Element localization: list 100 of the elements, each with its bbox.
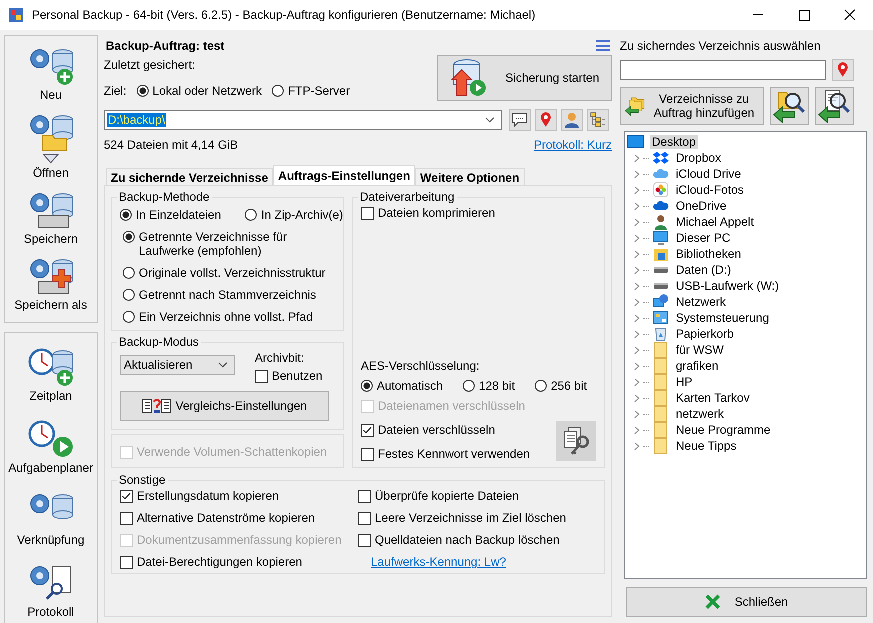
target-label: Ziel:: [104, 84, 127, 98]
window-title: Personal Backup - 64-bit (Vers. 6.2.5) - Backup-Auftrag konfigurieren (Benutzername: Michael): [32, 8, 537, 22]
folder-icon: [653, 342, 669, 358]
group-title: Backup-Modus: [118, 335, 200, 349]
folder-input[interactable]: [620, 60, 826, 80]
checkbox[interactable]: [255, 370, 268, 382]
tree-item[interactable]: USB-Laufwerk (W:): [674, 279, 782, 293]
checkbox-label: Festes Kennwort verwenden: [378, 447, 530, 461]
log-level-link[interactable]: Protokoll: Kurz: [534, 138, 612, 152]
tree-item[interactable]: HP: [674, 375, 695, 389]
job-title: Backup-Auftrag: test: [106, 39, 225, 53]
checkbox-label: Quelldateien nach Backup löschen: [375, 533, 560, 547]
sidebar-button[interactable]: Speichern als: [14, 256, 88, 312]
checkbox[interactable]: [358, 490, 371, 502]
tree-item[interactable]: Papierkorb: [674, 327, 736, 341]
radio-button[interactable]: [245, 209, 258, 221]
checkbox[interactable]: [120, 512, 133, 524]
tree-item[interactable]: Daten (D:): [674, 263, 734, 277]
checkbox-label: Dateienamen verschlüsseln: [378, 399, 526, 413]
tree-item[interactable]: Netzwerk: [674, 295, 728, 309]
close-button[interactable]: Schließen: [626, 587, 867, 617]
control-panel-icon: [653, 310, 669, 326]
start-backup-button[interactable]: Sicherung starten: [437, 55, 612, 101]
comment-button[interactable]: [509, 109, 531, 131]
radio-button[interactable]: [123, 311, 135, 323]
folder-icon: [653, 390, 669, 406]
radio-label: Automatisch: [377, 379, 444, 393]
menu-icon[interactable]: [596, 40, 610, 52]
tree-view-button[interactable]: [587, 109, 609, 131]
tab[interactable]: Auftrags-Einstellungen: [273, 165, 416, 185]
tree-item[interactable]: Michael Appelt: [674, 215, 756, 229]
radio-button[interactable]: [361, 380, 373, 392]
path-combobox[interactable]: D:\backup\: [104, 110, 502, 130]
radio-button[interactable]: [136, 85, 149, 97]
checkbox[interactable]: [361, 448, 374, 460]
mode-dropdown[interactable]: Aktualisieren: [120, 355, 235, 375]
last-saved-label: Zuletzt gesichert:: [104, 58, 196, 72]
radio-button[interactable]: [123, 231, 135, 243]
checkbox[interactable]: [358, 534, 371, 546]
checkbox[interactable]: [120, 556, 133, 568]
group-title: Sonstige: [118, 473, 167, 487]
sidebar-button[interactable]: Zeitplan: [27, 347, 75, 403]
radio-label: In Zip-Archiv(e): [261, 208, 344, 222]
radio-button[interactable]: [123, 267, 135, 279]
radio-label: In Einzeldateien: [136, 208, 222, 222]
speech-bubble-icon: [512, 113, 528, 127]
tab[interactable]: Zu sichernde Verzeichnisse: [106, 168, 274, 185]
checkbox-label: Verwende Volumen-Schattenkopien: [137, 445, 328, 459]
search-folder-button[interactable]: [770, 87, 809, 125]
checkbox[interactable]: [120, 490, 133, 502]
checkbox-label: Überprüfe kopierte Dateien: [375, 489, 520, 503]
radio-button[interactable]: [463, 380, 476, 392]
file-count-text: 524 Dateien mit 4,14 GiB: [104, 138, 238, 152]
person-icon: [564, 112, 580, 128]
sidebar-button[interactable]: Öffnen: [27, 112, 75, 180]
tree-item[interactable]: Dropbox: [674, 151, 724, 165]
sidebar-button[interactable]: Verknüpfung: [17, 491, 85, 547]
tree-item[interactable]: Systemsteuerung: [674, 311, 772, 325]
add-folders-button[interactable]: Verzeichnisse zu Auftrag hinzufügen: [620, 87, 764, 125]
sidebar-button[interactable]: Speichern: [24, 190, 78, 246]
library-icon: [653, 246, 669, 262]
search-file-button[interactable]: [815, 87, 854, 125]
radio-button[interactable]: [120, 209, 132, 221]
tree-item[interactable]: Neue Programme: [674, 423, 773, 437]
checkbox[interactable]: [361, 206, 374, 220]
password-button[interactable]: [556, 421, 596, 461]
radio-button[interactable]: [123, 289, 135, 301]
tree-item[interactable]: iCloud Drive: [674, 167, 744, 181]
radio-label: 256 bit: [551, 379, 588, 393]
checkbox-label: Datei-Berechtigungen kopieren: [137, 555, 302, 569]
tree-item[interactable]: OneDrive: [674, 199, 729, 213]
location-button[interactable]: [832, 59, 854, 81]
tree-item[interactable]: Desktop: [650, 135, 698, 149]
tree-item[interactable]: Neue Tipps: [674, 439, 739, 453]
tab[interactable]: Weitere Optionen: [415, 168, 525, 185]
user-button[interactable]: [561, 109, 583, 131]
compare-settings-button[interactable]: Vergleichs-Einstellungen: [120, 391, 329, 421]
sidebar-button[interactable]: Neu: [27, 46, 75, 102]
checkbox-label: Benutzen: [272, 369, 323, 383]
clock-database-icon: [27, 347, 75, 387]
tree-item[interactable]: für WSW: [674, 343, 726, 357]
checkbox[interactable]: [358, 512, 371, 524]
tree-item[interactable]: Dieser PC: [674, 231, 733, 245]
radio-button[interactable]: [535, 380, 548, 392]
photos-icon: [653, 182, 669, 198]
tree-item[interactable]: Bibliotheken: [674, 247, 744, 261]
folder-icon: [653, 358, 669, 374]
tree-item[interactable]: Karten Tarkov: [674, 391, 752, 405]
drive-id-link[interactable]: Laufwerks-Kennung: Lw?: [371, 555, 596, 569]
archive-bit-label: Archivbit:: [255, 351, 306, 365]
sidebar-button[interactable]: Protokoll: [27, 563, 75, 619]
tree-item[interactable]: netzwerk: [674, 407, 726, 421]
monitor-icon: [653, 230, 669, 246]
radio-button[interactable]: [272, 85, 284, 97]
folder-icon: [653, 406, 669, 422]
tree-item[interactable]: iCloud-Fotos: [674, 183, 746, 197]
sidebar-button[interactable]: Aufgabenplaner: [8, 419, 94, 475]
checkbox[interactable]: [361, 424, 374, 436]
location-button[interactable]: [535, 109, 557, 131]
tree-item[interactable]: grafiken: [674, 359, 721, 373]
